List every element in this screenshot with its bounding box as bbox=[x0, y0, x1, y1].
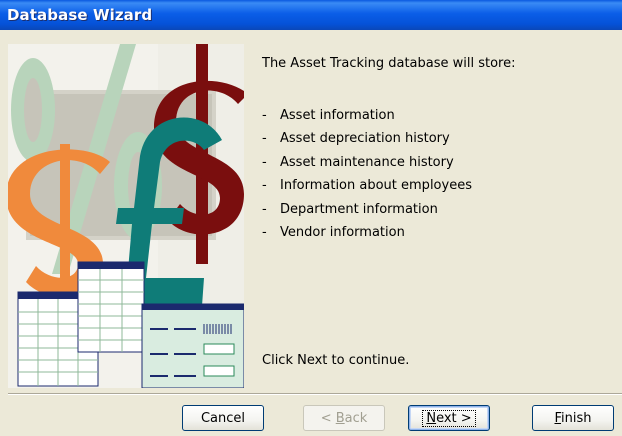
form-icon bbox=[141, 303, 244, 388]
list-bullet: - bbox=[262, 178, 267, 194]
list-item: - Asset information bbox=[262, 108, 472, 131]
list-item: - Department information bbox=[262, 202, 472, 225]
list-item: - Vendor information bbox=[262, 225, 472, 248]
list-item-text: Vendor information bbox=[280, 224, 405, 240]
stored-items-list: - Asset information - Asset depreciation hi… bbox=[262, 108, 472, 248]
finish-button[interactable]: Finish bbox=[532, 405, 614, 431]
continue-instruction: Click Next to continue. bbox=[262, 353, 410, 368]
list-item: - Information about employees bbox=[262, 178, 472, 201]
list-item-text: Asset maintenance history bbox=[280, 154, 454, 170]
finish-button-label: Finish bbox=[554, 410, 592, 426]
next-button-label: Next > bbox=[422, 409, 476, 427]
list-item-text: Information about employees bbox=[280, 178, 472, 194]
list-item-text: Asset depreciation history bbox=[280, 131, 450, 147]
button-separator bbox=[8, 393, 622, 395]
list-item-text: Department information bbox=[280, 201, 438, 217]
list-item: - Asset depreciation history bbox=[262, 131, 472, 154]
database-wizard-window: Database Wizard The Asset Tracking datab… bbox=[0, 0, 622, 436]
illustration-svg bbox=[8, 44, 244, 388]
intro-text: The Asset Tracking database will store: bbox=[262, 56, 516, 71]
list-bullet: - bbox=[262, 108, 267, 123]
list-bullet: - bbox=[262, 201, 267, 217]
list-item-text: Asset information bbox=[280, 108, 395, 123]
back-button[interactable]: < Back bbox=[303, 405, 385, 431]
cancel-button-label: Cancel bbox=[200, 410, 246, 426]
list-bullet: - bbox=[262, 224, 267, 240]
spreadsheet-icon bbox=[77, 261, 145, 353]
window-title: Database Wizard bbox=[7, 6, 153, 24]
wizard-illustration bbox=[8, 44, 244, 388]
list-item: - Asset maintenance history bbox=[262, 155, 472, 178]
title-bar[interactable]: Database Wizard bbox=[0, 0, 622, 30]
back-button-label: < Back bbox=[320, 410, 368, 426]
list-bullet: - bbox=[262, 131, 267, 147]
next-button[interactable]: Next > bbox=[408, 405, 490, 431]
cancel-button[interactable]: Cancel bbox=[182, 405, 264, 431]
list-bullet: - bbox=[262, 154, 267, 170]
